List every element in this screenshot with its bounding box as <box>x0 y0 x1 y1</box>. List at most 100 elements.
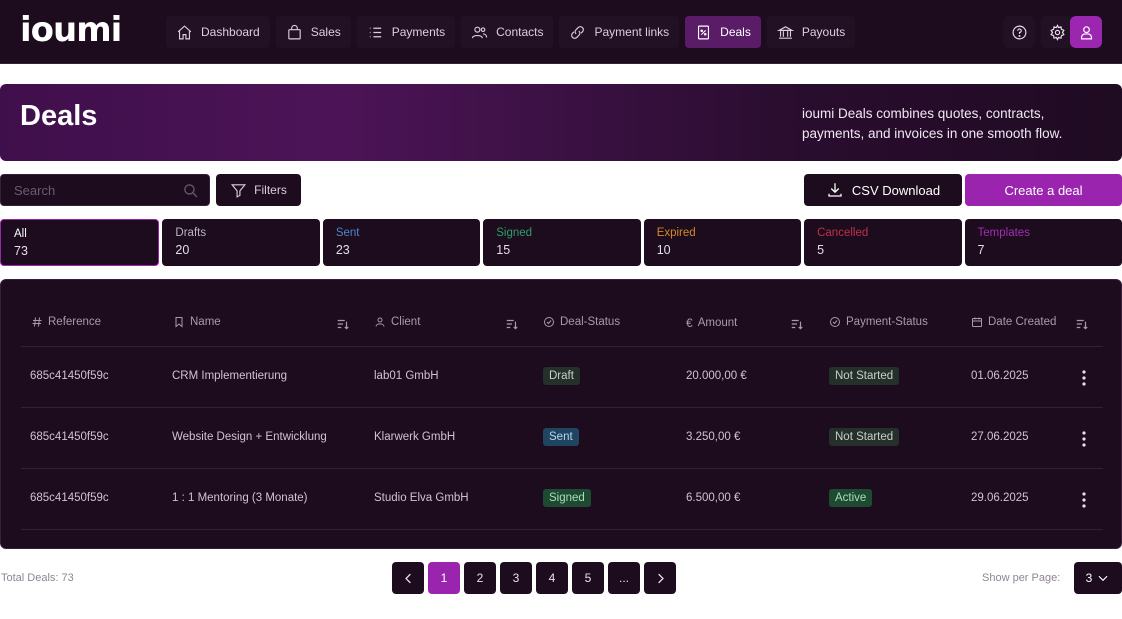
cell-reference: 685c41450f59c <box>30 431 109 443</box>
cell-name: 1 : 1 Mentoring (3 Monate) <box>172 492 308 504</box>
column-label: Payment-Status <box>846 316 928 328</box>
help-icon <box>1012 25 1026 39</box>
nav-contacts[interactable]: Contacts <box>461 16 554 48</box>
cell-name: Website Design + Entwicklung <box>172 431 327 443</box>
search-input[interactable] <box>1 175 171 205</box>
cell-amount: 20.000,00 € <box>686 370 747 382</box>
table-row[interactable]: 685c41450f59c Website Design + Entwicklu… <box>21 408 1103 469</box>
nav-label: Dashboard <box>201 25 260 39</box>
column-date-created[interactable]: Date Created <box>971 316 1056 328</box>
deal-status-badge: Draft <box>543 367 580 385</box>
per-page-value: 3 <box>1085 571 1093 585</box>
column-client[interactable]: Client <box>374 316 420 328</box>
deals-table: Reference Name Client Deal-Status € Amou… <box>0 279 1122 549</box>
tab-templates[interactable]: Templates 7 <box>964 219 1122 266</box>
tab-sent[interactable]: Sent 23 <box>322 219 481 266</box>
tab-label: Signed <box>496 227 533 239</box>
tab-all[interactable]: All 73 <box>0 219 160 266</box>
tab-expired[interactable]: Expired 10 <box>643 219 802 266</box>
csv-download-button[interactable]: CSV Download <box>804 174 962 206</box>
main-nav: Dashboard Sales Payments Contacts Paymen… <box>166 16 856 48</box>
page-banner: Deals ioumi Deals combines quotes, contr… <box>0 84 1122 161</box>
search-icon <box>184 184 198 198</box>
nav-dashboard[interactable]: Dashboard <box>166 16 270 48</box>
profile-button[interactable] <box>1070 16 1102 48</box>
column-amount[interactable]: € Amount <box>686 316 737 330</box>
cell-reference: 685c41450f59c <box>30 492 109 504</box>
nav-payments[interactable]: Payments <box>356 16 456 48</box>
user-icon <box>1080 25 1092 39</box>
column-label: Date Created <box>988 316 1057 328</box>
search-box <box>0 174 210 206</box>
per-page-select[interactable]: 3 <box>1074 562 1122 594</box>
column-name[interactable]: Name <box>173 316 221 328</box>
csv-label: CSV Download <box>851 182 941 198</box>
cell-amount: 3.250,00 € <box>686 431 741 443</box>
sort-icon[interactable] <box>790 317 804 331</box>
chevron-right-icon <box>657 573 664 583</box>
nav-label: Sales <box>310 25 341 39</box>
pagination: 1 2 3 4 5 ... <box>392 562 676 594</box>
bookmark-icon <box>175 317 183 328</box>
column-label: Client <box>391 316 421 328</box>
tab-signed[interactable]: Signed 15 <box>483 219 641 266</box>
previous-page-button[interactable] <box>392 562 424 594</box>
payment-status-badge: Active <box>829 489 873 507</box>
nav-sales[interactable]: Sales <box>275 16 351 48</box>
list-icon <box>369 27 381 37</box>
total-deals: Total Deals: 73 <box>1 572 74 584</box>
tab-drafts[interactable]: Drafts 20 <box>162 219 320 266</box>
more-options-icon[interactable] <box>1074 490 1094 510</box>
link-icon <box>571 25 585 39</box>
table-header: Reference Name Client Deal-Status € Amou… <box>21 302 1103 347</box>
app-logo[interactable]: ioumi <box>20 10 122 50</box>
cell-reference: 685c41450f59c <box>30 370 109 382</box>
deal-status-badge: Sent <box>543 428 579 446</box>
cell-date: 29.06.2025 <box>971 492 1029 504</box>
euro-icon: € <box>686 316 693 330</box>
next-page-button[interactable] <box>644 562 676 594</box>
table-row[interactable]: 685c41450f59c 1 : 1 Mentoring (3 Monate)… <box>21 469 1103 530</box>
help-button[interactable] <box>1003 16 1035 48</box>
column-deal-status[interactable]: Deal-Status <box>543 316 620 328</box>
column-payment-status[interactable]: Payment-Status <box>829 316 928 328</box>
tab-label: Cancelled <box>817 227 869 239</box>
create-deal-button[interactable]: Create a deal <box>965 174 1122 206</box>
column-label: Reference <box>48 316 102 328</box>
nav-label: Payments <box>391 25 446 39</box>
tab-cancelled[interactable]: Cancelled 5 <box>804 219 962 266</box>
nav-payment-links[interactable]: Payment links <box>559 16 680 48</box>
tab-label: Templates <box>977 227 1030 239</box>
status-tabs: All 73 Drafts 20 Sent 23 Signed 15 Expir… <box>0 219 1122 266</box>
page-button[interactable]: 1 <box>428 562 460 594</box>
cell-client: Klarwerk GmbH <box>374 431 456 443</box>
page-title: Deals <box>20 100 98 132</box>
column-reference[interactable]: Reference <box>31 316 101 328</box>
cell-date: 27.06.2025 <box>971 431 1029 443</box>
bank-icon <box>776 25 794 39</box>
page-button[interactable]: 4 <box>536 562 568 594</box>
filters-button[interactable]: Filters <box>216 174 301 206</box>
sort-icon[interactable] <box>505 317 519 331</box>
hash-icon <box>32 317 42 327</box>
page-button[interactable]: 3 <box>500 562 532 594</box>
nav-label: Contacts <box>496 25 544 39</box>
tab-label: All <box>14 228 27 240</box>
home-icon <box>177 24 192 39</box>
calendar-icon <box>972 317 982 327</box>
table-row[interactable]: 685c41450f59c CRM Implementierung lab01 … <box>21 347 1103 408</box>
nav-deals[interactable]: Deals <box>685 16 761 48</box>
column-label: Amount <box>697 317 738 329</box>
tab-count: 20 <box>175 243 190 257</box>
page-button[interactable]: 2 <box>464 562 496 594</box>
more-options-icon[interactable] <box>1074 368 1094 388</box>
settings-button[interactable] <box>1041 16 1073 48</box>
more-options-icon[interactable] <box>1074 429 1094 449</box>
nav-payouts[interactable]: Payouts <box>766 16 856 48</box>
sort-icon[interactable] <box>1075 317 1089 331</box>
page-button[interactable]: 5 <box>572 562 604 594</box>
sort-icon[interactable] <box>336 317 350 331</box>
tab-label: Sent <box>335 227 360 239</box>
page-ellipsis[interactable]: ... <box>608 562 640 594</box>
tab-label: Drafts <box>175 227 207 239</box>
